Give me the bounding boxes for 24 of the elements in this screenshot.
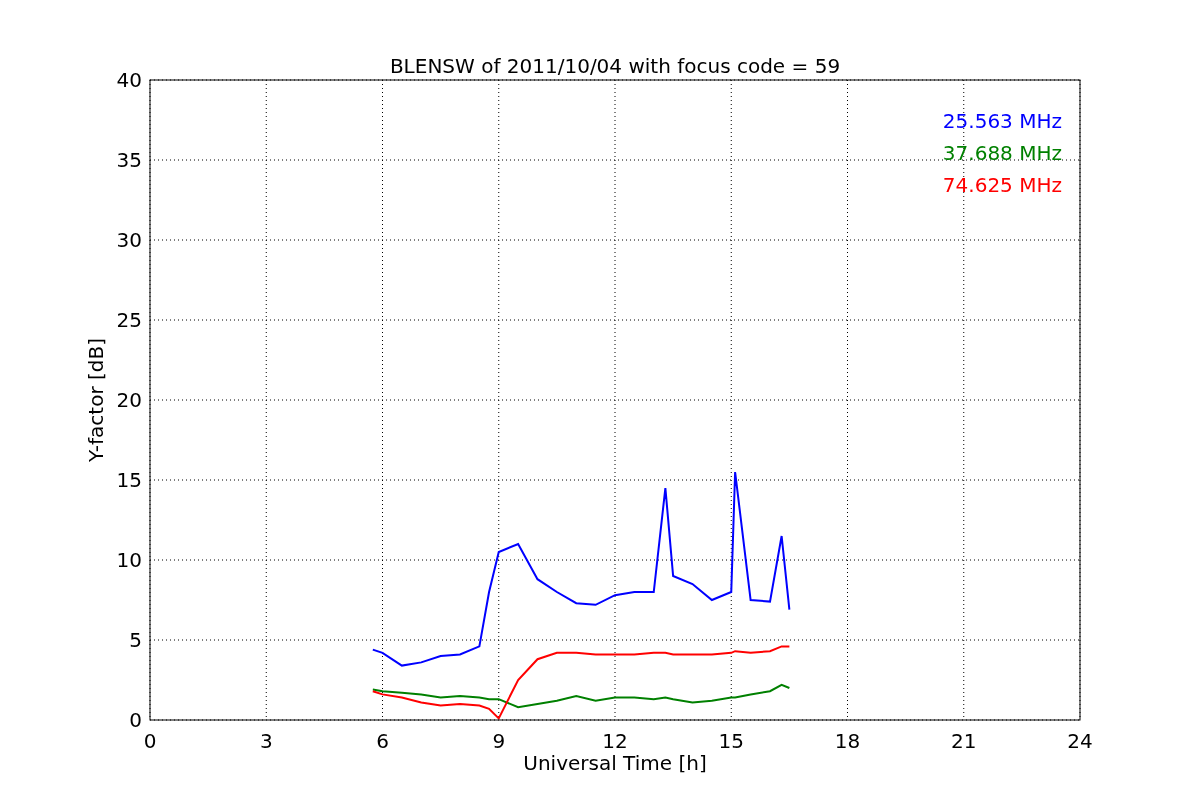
y-axis-label: Y-factor [dB] [84, 338, 108, 462]
tick-label: 15 [116, 468, 142, 492]
tick-label: 20 [116, 388, 142, 412]
tick-label: 24 [1067, 729, 1093, 753]
tick-label: 25 [116, 308, 142, 332]
chart-title: BLENSW of 2011/10/04 with focus code = 59 [389, 54, 841, 78]
legend-label: 74.625 MHz [942, 173, 1062, 197]
tick-label: 9 [492, 729, 506, 753]
tick-label: 6 [376, 729, 389, 753]
tick-label: 10 [116, 548, 142, 572]
tick-label: 21 [951, 729, 977, 753]
legend-label: 37.688 MHz [942, 141, 1062, 165]
tick-label: 30 [116, 228, 142, 252]
tick-label: 18 [834, 729, 861, 753]
tick-label: 35 [116, 148, 142, 172]
tick-label: 12 [602, 729, 628, 753]
legend-label: 25.563 MHz [942, 109, 1062, 133]
x-axis-label: Universal Time [h] [523, 751, 707, 775]
tick-label: 15 [718, 729, 744, 753]
tick-label: 0 [143, 729, 157, 753]
tick-label: 0 [129, 708, 142, 732]
tick-label: 5 [129, 628, 142, 652]
tick-label: 3 [259, 729, 273, 753]
tick-label: 40 [116, 68, 142, 92]
